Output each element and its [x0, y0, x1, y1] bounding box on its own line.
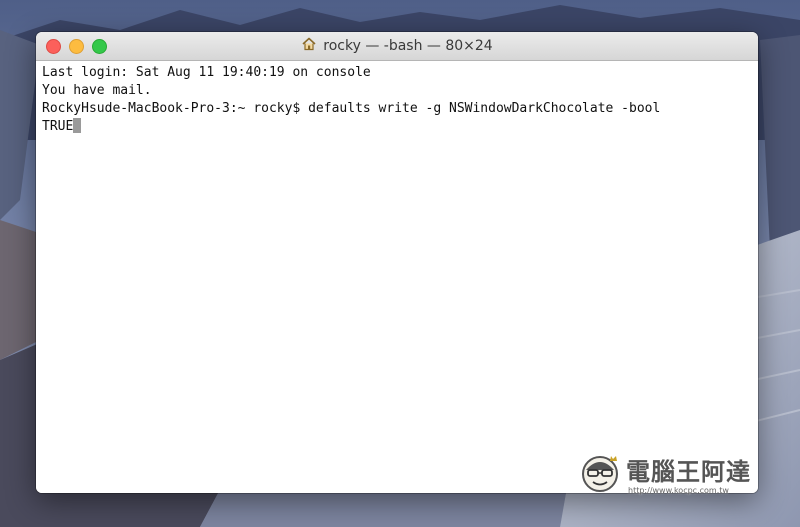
watermark-url: http://www.kocpc.com.tw: [628, 486, 729, 495]
window-title: rocky — -bash — 80×24: [323, 38, 493, 54]
watermark-text: 電腦王阿達: [626, 458, 751, 486]
home-icon: [302, 37, 316, 51]
block-cursor: [73, 118, 82, 133]
terminal-line-current: TRUE: [42, 118, 82, 136]
watermark: 電腦王阿達 http://www.kocpc.com.tw: [578, 448, 788, 504]
terminal-window[interactable]: rocky — -bash — 80×24 Last login: Sat Au…: [36, 32, 758, 493]
terminal-line-text: TRUE: [42, 119, 74, 134]
window-title-wrap: rocky — -bash — 80×24: [36, 32, 758, 60]
terminal-content[interactable]: Last login: Sat Aug 11 19:40:19 on conso…: [36, 61, 758, 493]
mascot-logo: [582, 456, 618, 492]
terminal-line: You have mail.: [42, 83, 152, 98]
terminal-line: Last login: Sat Aug 11 19:40:19 on conso…: [42, 65, 371, 80]
title-bar[interactable]: rocky — -bash — 80×24: [36, 32, 758, 61]
terminal-line: RockyHsude-MacBook-Pro-3:~ rocky$ defaul…: [42, 101, 661, 116]
desktop: rocky — -bash — 80×24 Last login: Sat Au…: [0, 0, 800, 527]
